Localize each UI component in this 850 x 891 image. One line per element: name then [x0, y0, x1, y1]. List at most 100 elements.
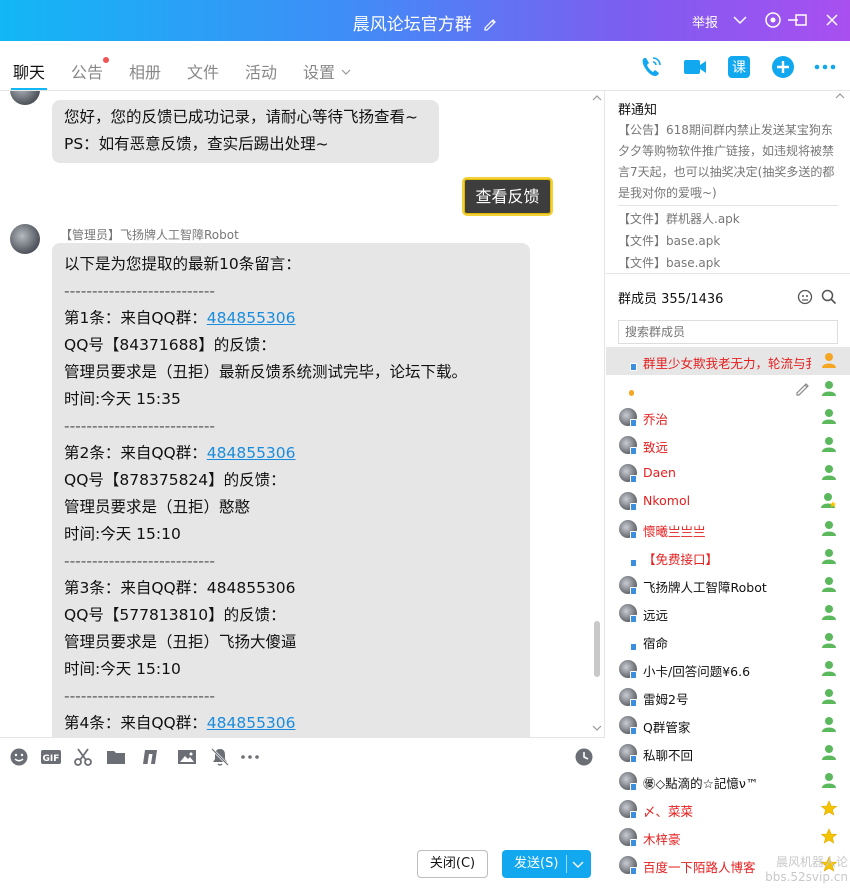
member-row[interactable] — [606, 375, 850, 403]
avatar[interactable] — [10, 224, 40, 254]
scroll-down-icon[interactable] — [592, 725, 602, 733]
owner-icon — [821, 352, 837, 369]
group-link[interactable]: 484855306 — [207, 309, 296, 327]
member-row[interactable]: 宿命 — [606, 627, 850, 655]
avatar[interactable] — [10, 91, 40, 105]
member-name: 雷姆2号 — [643, 692, 689, 707]
chevron-down-icon[interactable] — [572, 861, 584, 868]
member-name: Nkomol — [643, 493, 691, 508]
tab-files[interactable]: 文件 — [187, 59, 219, 83]
file-item[interactable]: 【文件】base.apk — [618, 254, 720, 271]
group-side-panel: 群通知 【公告】618期间群内禁止发送某宝狗东夕夕等购物软件推广链接，如违规将被… — [606, 91, 850, 891]
device-badge-icon — [630, 699, 637, 707]
maximize-icon[interactable] — [791, 10, 811, 30]
add-app-icon[interactable] — [770, 54, 796, 80]
notice-unread-dot — [103, 57, 110, 63]
file-item[interactable]: 【文件】群机器人.apk — [618, 210, 740, 227]
member-name: 致远 — [643, 440, 669, 455]
member-icon — [821, 744, 837, 761]
member-row[interactable]: 懷曦亗亗亗 — [606, 515, 850, 543]
device-badge-icon — [630, 531, 637, 539]
group-link[interactable]: 484855306 — [207, 714, 296, 732]
member-row[interactable]: Nkomol — [606, 487, 850, 515]
course-icon[interactable]: 课 — [726, 54, 752, 80]
input-toolbar: GIF — [0, 737, 605, 775]
member-row[interactable]: 致远 — [606, 431, 850, 459]
device-badge-icon — [630, 671, 637, 679]
send-button[interactable]: 发送(S) — [502, 850, 591, 878]
member-row[interactable]: 雷姆2号 — [606, 683, 850, 711]
report-button[interactable]: 举报 — [692, 12, 718, 31]
member-row[interactable]: 远远 — [606, 599, 850, 627]
member-name: Daen — [643, 465, 676, 480]
member-row[interactable]: Q群管家 — [606, 711, 850, 739]
member-row[interactable]: 【免费接口】 — [606, 543, 850, 571]
tab-activity[interactable]: 活动 — [245, 59, 277, 83]
device-badge-icon — [630, 419, 637, 427]
music-icon[interactable] — [140, 747, 160, 767]
tab-album[interactable]: 相册 — [129, 59, 161, 83]
more-icon[interactable] — [812, 54, 838, 80]
member-row[interactable]: 木梓豪 — [606, 823, 850, 851]
member-name: ㊝◇點滴的☆記憶ν™ — [643, 776, 759, 791]
tab-notice[interactable]: 公告 — [71, 57, 110, 83]
file-item[interactable]: 【文件】base.apk — [618, 232, 720, 249]
message-bubble: 以下是为您提取的最新10条留言： -----------------------… — [52, 243, 530, 737]
skin-icon[interactable] — [763, 10, 783, 30]
device-badge-icon — [630, 363, 637, 371]
image-icon[interactable] — [177, 747, 197, 767]
member-icon — [821, 520, 837, 537]
member-search-input[interactable] — [618, 320, 838, 344]
view-feedback-button[interactable]: 查看反馈 — [462, 177, 553, 216]
member-row[interactable]: Daen — [606, 459, 850, 487]
gif-icon[interactable]: GIF — [40, 747, 62, 767]
tab-bar: 聊天 公告 相册 文件 活动 设置 — [0, 41, 850, 91]
group-link[interactable]: 484855306 — [207, 444, 296, 462]
member-icon — [821, 436, 837, 453]
more-dots-icon[interactable] — [240, 747, 260, 767]
member-name: 木梓豪 — [643, 832, 681, 847]
member-row[interactable]: 飞扬牌人工智障Robot — [606, 571, 850, 599]
member-name: 群里少女欺我老无力，轮流与我 — [643, 356, 811, 371]
member-row[interactable]: ㊝◇點滴的☆記憶ν™ — [606, 767, 850, 795]
close-button[interactable]: 关闭(C) — [417, 850, 488, 878]
tab-chat[interactable]: 聊天 — [10, 59, 48, 90]
member-row[interactable]: 〆、菜菜 — [606, 795, 850, 823]
member-icon — [821, 604, 837, 621]
member-name: 懷曦亗亗亗 — [643, 524, 706, 539]
chevron-down-icon[interactable] — [730, 10, 750, 30]
scroll-up-icon[interactable] — [592, 93, 602, 101]
device-badge-icon — [630, 727, 637, 735]
chat-history[interactable]: 您好，您的反馈已成功记录，请耐心等待飞扬查看~ PS：如有恶意反馈，查实后踢出处… — [0, 91, 605, 737]
chat-scrollbar[interactable] — [594, 621, 600, 677]
edit-pen-icon[interactable] — [483, 17, 497, 31]
device-badge-icon — [630, 503, 637, 511]
member-row[interactable]: 小卡/回答问题¥6.6 — [606, 655, 850, 683]
message-bubble: 您好，您的反馈已成功记录，请耐心等待飞扬查看~ PS：如有恶意反馈，查实后踢出处… — [52, 100, 439, 163]
collapse-up-icon[interactable] — [835, 91, 845, 99]
star-icon — [820, 828, 838, 845]
emoji-icon[interactable] — [9, 747, 29, 767]
folder-icon[interactable] — [106, 747, 126, 767]
group-notice-text[interactable]: 【公告】618期间群内禁止发送某宝狗东夕夕等购物软件推广链接，如违规将被禁言7天… — [618, 120, 840, 204]
window-title: 晨风论坛官方群 — [0, 10, 850, 35]
sender-name: 【管理员】飞扬牌人工智障Robot — [60, 228, 239, 242]
scissors-icon[interactable] — [73, 747, 93, 767]
history-clock-icon[interactable] — [574, 747, 594, 767]
search-icon[interactable] — [821, 289, 837, 305]
member-row[interactable]: 乔治 — [606, 403, 850, 431]
close-icon[interactable] — [822, 10, 842, 30]
video-icon[interactable] — [682, 54, 708, 80]
member-row[interactable]: 群里少女欺我老无力，轮流与我 — [606, 347, 850, 375]
member-row[interactable]: 私聊不回 — [606, 739, 850, 767]
mute-bell-icon[interactable] — [210, 747, 230, 767]
device-badge-icon — [630, 587, 637, 595]
title-bar: 晨风论坛官方群 举报 — [0, 0, 850, 41]
member-name: 私聊不回 — [643, 748, 694, 763]
device-badge-icon — [630, 475, 637, 483]
phone-icon[interactable] — [638, 54, 664, 80]
device-badge-icon — [630, 615, 637, 623]
tab-settings[interactable]: 设置 — [303, 59, 351, 83]
members-manage-icon[interactable] — [797, 289, 813, 305]
edit-pen-icon[interactable] — [795, 381, 811, 397]
